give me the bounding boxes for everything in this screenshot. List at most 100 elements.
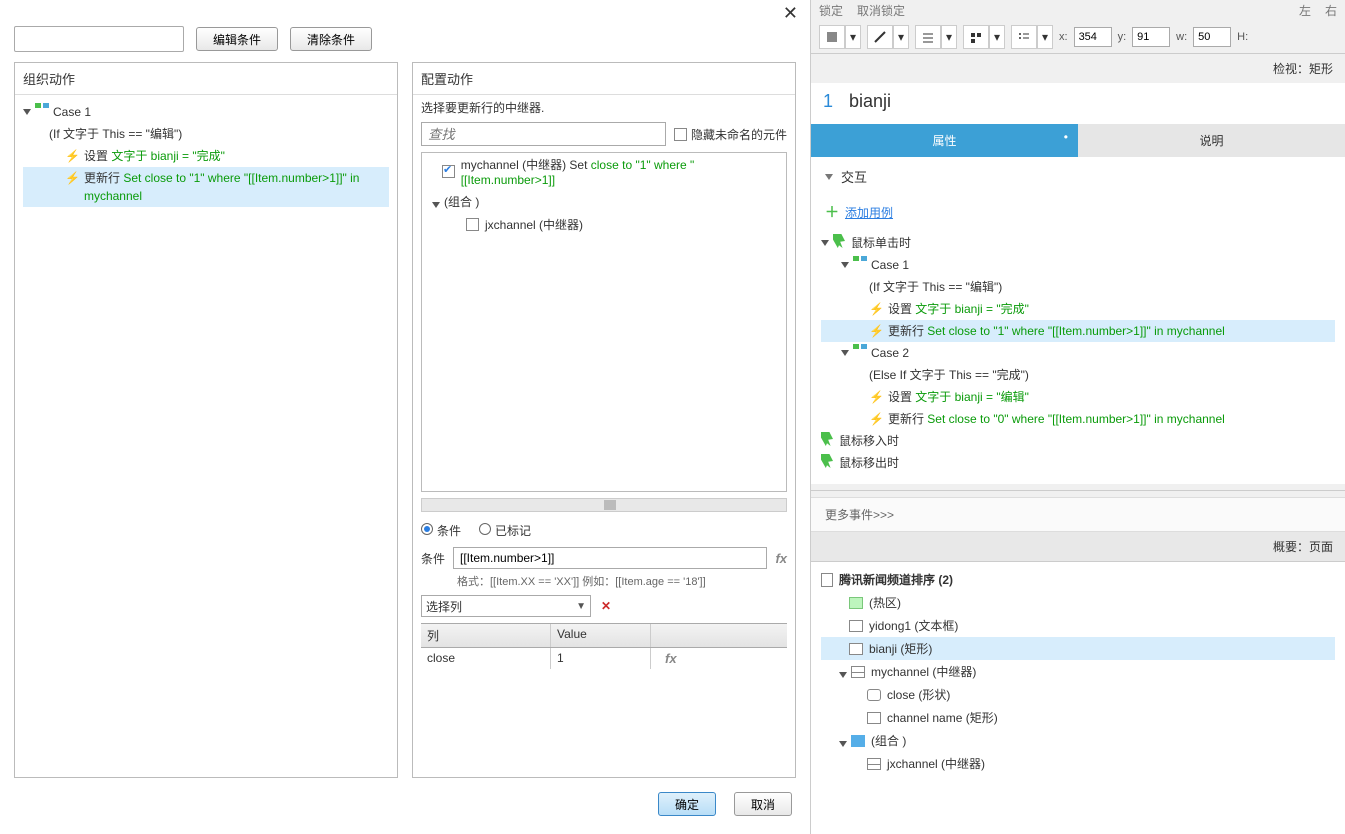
outline-item[interactable]: mychannel (中继器) bbox=[821, 660, 1335, 683]
folder-icon bbox=[851, 735, 865, 747]
case-row[interactable]: Case 1 bbox=[821, 254, 1335, 276]
action-set-text[interactable]: ⚡设置 文字于 bianji = "编辑" bbox=[821, 386, 1335, 408]
case-condition: (If 文字于 This == "编辑") bbox=[23, 123, 389, 145]
action-update-row[interactable]: ⚡ 更新行 Set close to "1" where "[[Item.num… bbox=[23, 167, 389, 207]
action-set-text[interactable]: ⚡设置 文字于 bianji = "完成" bbox=[821, 298, 1335, 320]
organize-actions-title: 组织动作 bbox=[15, 63, 397, 95]
border-dropdown[interactable]: ▾ bbox=[893, 25, 909, 49]
list-tool[interactable] bbox=[1011, 25, 1037, 49]
fx-button[interactable]: fx bbox=[775, 551, 787, 566]
add-case-link[interactable]: 添加用例 bbox=[845, 204, 893, 221]
condition-display bbox=[14, 26, 184, 52]
action-update-row[interactable]: ⚡更新行 Set close to "1" where "[[Item.numb… bbox=[821, 320, 1335, 342]
align-left-label[interactable]: 左 bbox=[1299, 2, 1311, 19]
repeater-tree[interactable]: mychannel (中继器) Set close to "1" where "… bbox=[421, 152, 787, 492]
w-label: w: bbox=[1176, 31, 1187, 43]
tab-properties[interactable]: 属性• bbox=[811, 124, 1078, 157]
h-label: H: bbox=[1237, 31, 1248, 43]
y-input[interactable] bbox=[1132, 27, 1170, 47]
group-row[interactable]: (组合 ) bbox=[444, 193, 479, 210]
radio-condition[interactable]: 条件 bbox=[421, 522, 461, 539]
jxchannel-checkbox[interactable] bbox=[466, 218, 479, 231]
align-right-label[interactable]: 右 bbox=[1325, 2, 1337, 19]
action-set-text[interactable]: ⚡ 设置 文字于 bianji = "完成" bbox=[23, 145, 389, 167]
event-mousein[interactable]: 鼠标移入时 bbox=[821, 430, 1335, 452]
case-row[interactable]: Case 1 bbox=[23, 101, 389, 123]
bolt-icon: ⚡ bbox=[65, 169, 80, 187]
case-row[interactable]: Case 2 bbox=[821, 342, 1335, 364]
radio-marked[interactable]: 已标记 bbox=[479, 522, 531, 539]
clear-condition-button[interactable]: 清除条件 bbox=[290, 27, 372, 51]
edit-condition-button[interactable]: 编辑条件 bbox=[196, 27, 278, 51]
interaction-section[interactable]: 交互 bbox=[811, 157, 1345, 196]
action-update-row[interactable]: ⚡更新行 Set close to "0" where "[[Item.numb… bbox=[821, 408, 1335, 430]
condition-hint: 格式：[[Item.XX == 'XX']] 例如：[[Item.age == … bbox=[457, 573, 787, 589]
widget-name[interactable]: bianji bbox=[849, 91, 891, 112]
rect-icon bbox=[849, 643, 863, 655]
widget-index: 1 bbox=[823, 91, 833, 112]
style-tool[interactable] bbox=[963, 25, 989, 49]
outline-title: 概要：页面 bbox=[811, 532, 1345, 562]
configure-action-title: 配置动作 bbox=[413, 63, 795, 95]
hotspot-icon bbox=[849, 597, 863, 609]
condition-input[interactable] bbox=[453, 547, 767, 569]
fill-tool[interactable] bbox=[819, 25, 845, 49]
inspect-title: 检视：矩形 bbox=[811, 54, 1345, 83]
border-tool[interactable] bbox=[867, 25, 893, 49]
style-dropdown[interactable]: ▾ bbox=[989, 25, 1005, 49]
mychannel-row[interactable]: mychannel (中继器) Set close to "1" where "… bbox=[461, 156, 780, 187]
close-icon[interactable]: ✕ bbox=[783, 3, 798, 24]
x-input[interactable] bbox=[1074, 27, 1112, 47]
search-input[interactable] bbox=[421, 122, 666, 146]
repeater-icon bbox=[851, 666, 865, 678]
select-repeater-label: 选择要更新行的中继器. bbox=[413, 95, 795, 122]
cancel-button[interactable]: 取消 bbox=[734, 792, 792, 816]
bolt-icon: ⚡ bbox=[65, 147, 80, 165]
y-label: y: bbox=[1118, 31, 1127, 43]
case-label: Case 1 bbox=[53, 103, 91, 121]
ok-button[interactable]: 确定 bbox=[658, 792, 716, 816]
event-mouseout[interactable]: 鼠标移出时 bbox=[821, 452, 1335, 474]
outline-item[interactable]: (组合 ) bbox=[821, 729, 1335, 752]
outline-item[interactable]: jxchannel (中继器) bbox=[821, 752, 1335, 775]
page-icon bbox=[821, 573, 833, 587]
outline-item-bianji[interactable]: bianji (矩形) bbox=[821, 637, 1335, 660]
outline-tree[interactable]: 腾讯新闻频道排序 (2) (热区) yidong1 (文本框) bianji (… bbox=[811, 562, 1345, 834]
fx-button[interactable]: fx bbox=[665, 651, 677, 666]
val-cell[interactable]: 1 bbox=[551, 648, 651, 669]
outline-item[interactable]: channel name (矩形) bbox=[821, 706, 1335, 729]
x-label: x: bbox=[1059, 31, 1068, 43]
list-dropdown[interactable]: ▾ bbox=[1037, 25, 1053, 49]
outline-item[interactable]: close (形状) bbox=[821, 683, 1335, 706]
val-header: Value bbox=[551, 624, 651, 647]
h-scrollbar[interactable] bbox=[421, 498, 787, 512]
case-condition: (Else If 文字于 This == "完成") bbox=[821, 364, 1335, 386]
outline-root[interactable]: 腾讯新闻频道排序 (2) bbox=[821, 568, 1335, 591]
col-cell[interactable]: close bbox=[421, 648, 551, 669]
line-tool[interactable] bbox=[915, 25, 941, 49]
mouse-icon bbox=[821, 454, 833, 468]
select-column[interactable]: 选择列 ▼ bbox=[421, 595, 591, 617]
outline-item[interactable]: (热区) bbox=[821, 591, 1335, 614]
jxchannel-row[interactable]: jxchannel (中继器) bbox=[485, 216, 583, 233]
mychannel-checkbox[interactable] bbox=[442, 165, 455, 178]
more-events-link[interactable]: 更多事件>>> bbox=[811, 497, 1345, 532]
fill-dropdown[interactable]: ▾ bbox=[845, 25, 861, 49]
w-input[interactable] bbox=[1193, 27, 1231, 47]
event-click[interactable]: 鼠标单击时 bbox=[821, 232, 1335, 254]
plus-icon: ＋ bbox=[825, 202, 839, 222]
outline-item[interactable]: yidong1 (文本框) bbox=[821, 614, 1335, 637]
condition-label: 条件 bbox=[421, 550, 445, 567]
lock-label[interactable]: 锁定 bbox=[819, 2, 843, 19]
repeater-icon bbox=[867, 758, 881, 770]
rect-icon bbox=[867, 712, 881, 724]
chevron-down-icon: ▼ bbox=[576, 601, 586, 612]
hide-unnamed-checkbox[interactable]: 隐藏未命名的元件 bbox=[674, 126, 787, 143]
columns-table: 列 Value close 1 fx bbox=[421, 623, 787, 669]
textfield-icon bbox=[849, 620, 863, 632]
line-dropdown[interactable]: ▾ bbox=[941, 25, 957, 49]
unlock-label[interactable]: 取消锁定 bbox=[857, 2, 905, 19]
tab-notes[interactable]: 说明 bbox=[1078, 124, 1345, 157]
mouse-icon bbox=[821, 432, 833, 446]
delete-column-button[interactable]: ✕ bbox=[601, 599, 611, 613]
